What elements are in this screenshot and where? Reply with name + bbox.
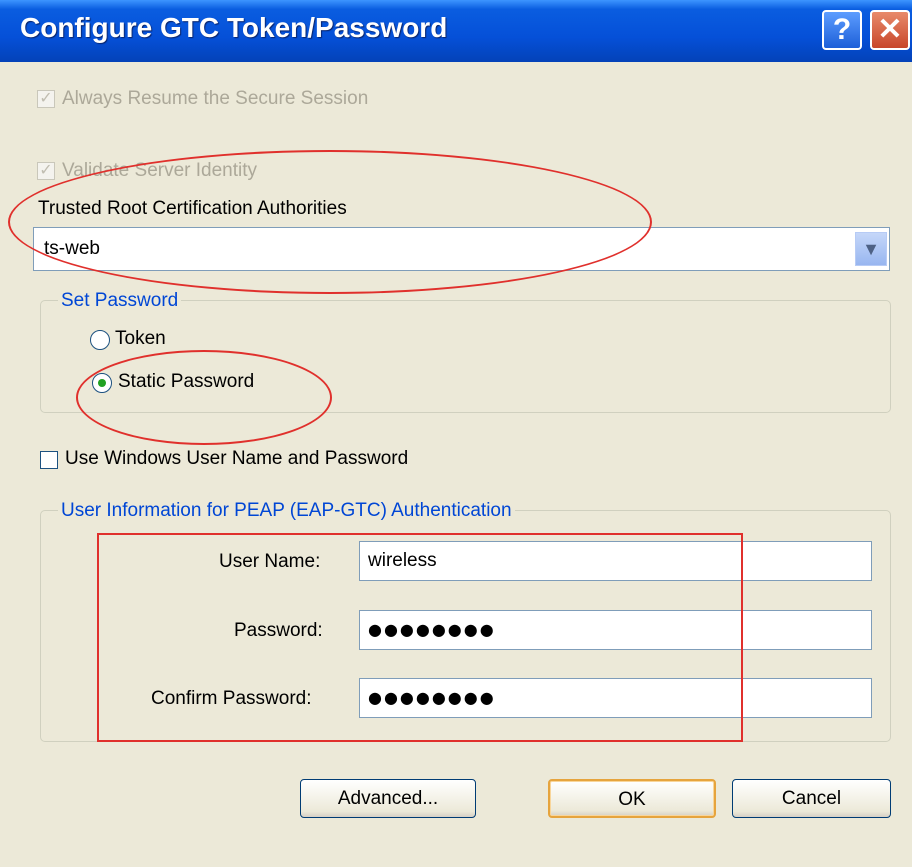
user-info-title: User Information for PEAP (EAP-GTC) Auth… (58, 500, 515, 522)
static-password-label: Static Password (118, 371, 255, 392)
trusted-root-selected: ts-web (44, 238, 100, 259)
validate-server-checkbox[interactable]: ✓ (37, 162, 55, 180)
use-windows-checkbox[interactable] (40, 451, 58, 469)
set-password-title: Set Password (58, 290, 182, 312)
check-icon: ✓ (39, 90, 53, 107)
window-title: Configure GTC Token/Password (20, 12, 448, 43)
advanced-button[interactable]: Advanced... (300, 779, 476, 818)
help-icon: ? (832, 13, 852, 46)
trusted-root-dropdown[interactable]: ts-web ▼ (33, 227, 890, 271)
use-windows-label: Use Windows User Name and Password (65, 448, 409, 469)
validate-server-label: Validate Server Identity (62, 160, 258, 181)
dialog-window: Configure GTC Token/Password ? ✕ ✓ Alway… (0, 0, 912, 867)
token-radio[interactable] (90, 330, 110, 350)
always-resume-label: Always Resume the Secure Session (62, 88, 369, 109)
close-button[interactable]: ✕ (870, 10, 910, 50)
ok-button[interactable]: OK (548, 779, 716, 818)
cancel-button[interactable]: Cancel (732, 779, 891, 818)
confirm-password-input[interactable]: ●●●●●●●● (359, 678, 872, 718)
always-resume-checkbox[interactable]: ✓ (37, 90, 55, 108)
token-label: Token (115, 328, 166, 349)
close-icon: ✕ (877, 13, 903, 46)
title-bar[interactable]: Configure GTC Token/Password ? ✕ (0, 0, 912, 62)
username-label: User Name: (219, 551, 321, 572)
username-value: wireless (368, 550, 437, 571)
trusted-root-label: Trusted Root Certification Authorities (38, 198, 347, 219)
set-password-group (40, 300, 891, 413)
password-mask: ●●●●●●●● (368, 620, 496, 639)
radio-selected-dot (98, 379, 106, 387)
check-icon: ✓ (39, 162, 53, 179)
password-label: Password: (234, 620, 323, 641)
static-password-radio[interactable] (92, 373, 112, 393)
chevron-down-icon[interactable]: ▼ (855, 232, 887, 266)
confirm-password-label: Confirm Password: (151, 688, 312, 709)
password-input[interactable]: ●●●●●●●● (359, 610, 872, 650)
help-button[interactable]: ? (822, 10, 862, 50)
username-input[interactable]: wireless (359, 541, 872, 581)
confirm-password-mask: ●●●●●●●● (368, 688, 496, 707)
